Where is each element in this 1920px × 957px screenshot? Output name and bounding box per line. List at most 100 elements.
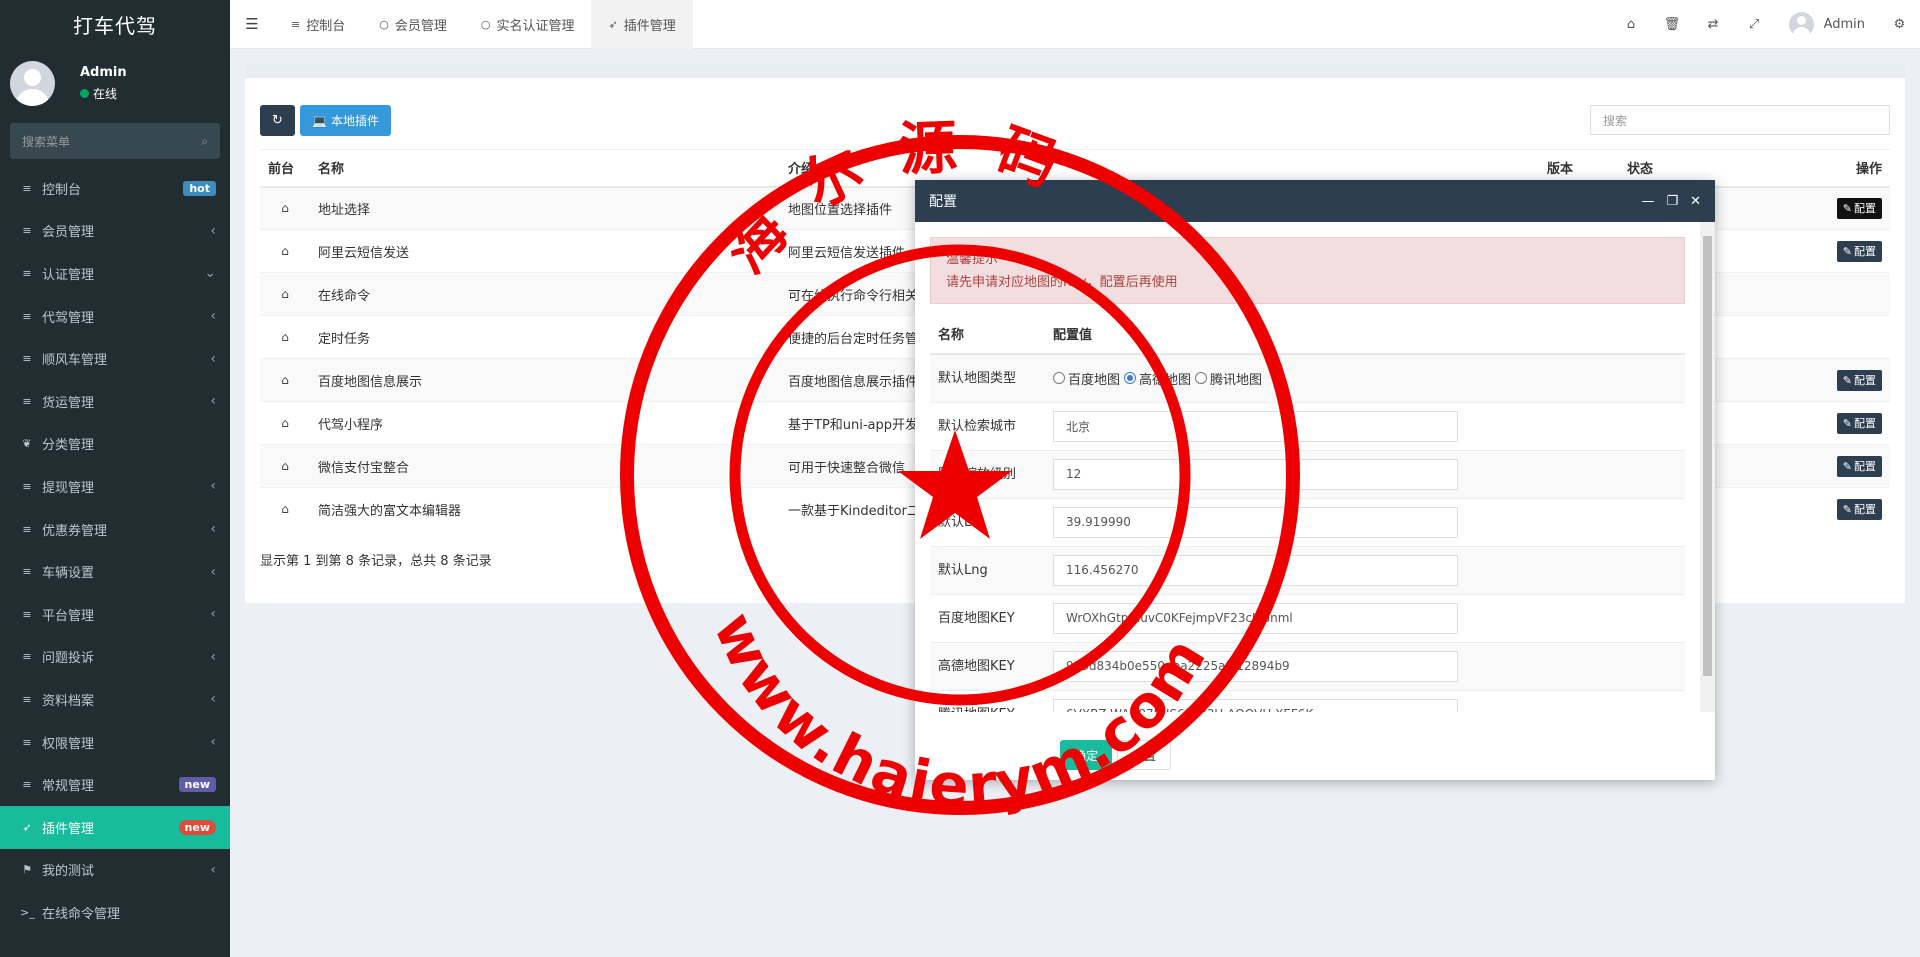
home-icon[interactable]: ⌂ — [281, 373, 289, 387]
sidebar-item-2[interactable]: ≡ 认证管理 ⌄ — [0, 252, 230, 295]
chevron-icon: ‹ — [210, 648, 216, 665]
home-icon[interactable]: ⌂ — [281, 244, 289, 258]
field-input[interactable]: 12 — [1053, 458, 1458, 490]
sidebar-item-9[interactable]: ≡ 车辆设置 ‹ — [0, 550, 230, 593]
home-icon[interactable]: ⌂ — [281, 287, 289, 301]
tab-1[interactable]: ○ 会员管理 — [362, 0, 464, 49]
table-search-input[interactable]: 搜索 — [1590, 105, 1890, 135]
home-icon[interactable]: ⌂ — [281, 502, 289, 516]
sidebar-item-10[interactable]: ≡ 平台管理 ‹ — [0, 593, 230, 636]
local-plugin-button[interactable]: 💻 本地插件 — [300, 105, 391, 136]
sidebar-item-8[interactable]: ≡ 优惠券管理 ‹ — [0, 508, 230, 551]
modal-title: 配置 — [929, 194, 957, 210]
modal-scrollbar[interactable] — [1700, 222, 1715, 712]
online-dot-icon — [80, 89, 89, 98]
field-label: 默认检索城市 — [930, 401, 1045, 450]
settings-icon[interactable]: ⚙ — [1879, 17, 1920, 32]
tab-0[interactable]: ≡ 控制台 — [274, 0, 362, 49]
chevron-icon: ‹ — [210, 350, 216, 367]
field-label: 高德地图KEY — [930, 641, 1045, 690]
config-button[interactable]: ✎ 配置 — [1836, 412, 1882, 434]
field-label: 默认缩放级别 — [930, 449, 1045, 498]
translate-icon[interactable]: ⇄ — [1693, 17, 1734, 32]
sidebar-item-17[interactable]: >_ 在线命令管理 — [0, 891, 230, 934]
config-button[interactable]: ✎ 配置 — [1836, 240, 1882, 262]
radio-circle-icon[interactable] — [1053, 372, 1065, 385]
sidebar-toggle-icon[interactable]: ☰ — [230, 15, 274, 33]
radio-circle-icon[interactable] — [1195, 372, 1208, 385]
map-type-radio[interactable]: 百度地图 — [1053, 369, 1120, 388]
form-row: 百度地图KEY WrOXhGtpfuuvC0KFejmpVF23cUGnml — [930, 593, 1685, 642]
sidebar-item-11[interactable]: ≡ 问题投诉 ‹ — [0, 636, 230, 679]
list-icon: ≡ — [22, 735, 32, 749]
sidebar-item-14[interactable]: ≡ 常规管理 new — [0, 763, 230, 806]
maximize-icon[interactable]: ❐ — [1666, 194, 1678, 209]
home-icon[interactable]: ⌂ — [281, 330, 289, 344]
radio-label: 腾讯地图 — [1210, 372, 1263, 388]
admin-menu[interactable]: Admin — [1775, 11, 1879, 37]
chevron-icon: ‹ — [210, 606, 216, 623]
rocket-icon: ➶ — [22, 820, 32, 834]
config-button[interactable]: ✎ 配置 — [1836, 197, 1882, 219]
sidebar-item-1[interactable]: ≡ 会员管理 ‹ — [0, 210, 230, 253]
app-logo[interactable]: 打车代驾 — [0, 0, 230, 49]
map-type-radio-group: 百度地图 高德地图 腾讯地图 — [1053, 369, 1677, 388]
field-input[interactable]: 39.919990 — [1053, 506, 1458, 538]
menu-badge: new — [178, 819, 216, 835]
radio-circle-icon[interactable] — [1124, 372, 1137, 385]
pencil-icon: ✎ — [1842, 416, 1852, 430]
sidebar-item-label: 问题投诉 — [42, 651, 95, 667]
sidebar-item-5[interactable]: ≡ 货运管理 ‹ — [0, 380, 230, 423]
map-type-radio[interactable]: 腾讯地图 — [1195, 369, 1262, 388]
close-icon[interactable]: ✕ — [1690, 194, 1701, 209]
minimize-icon[interactable]: — — [1641, 194, 1654, 209]
column-header[interactable]: 名称 — [310, 149, 780, 188]
pencil-icon: ✎ — [1842, 459, 1852, 473]
refresh-button[interactable]: ↻ — [260, 105, 295, 136]
home-icon[interactable]: ⌂ — [281, 416, 289, 430]
config-button[interactable]: ✎ 配置 — [1836, 498, 1882, 520]
sidebar-item-0[interactable]: ≡ 控制台 hot — [0, 167, 230, 210]
sidebar-item-13[interactable]: ≡ 权限管理 ‹ — [0, 721, 230, 764]
col-value-header: 配置值 — [1045, 314, 1685, 355]
field-input[interactable]: 北京 — [1053, 410, 1458, 442]
list-icon: ≡ — [22, 650, 32, 664]
sidebar-item-label: 权限管理 — [42, 736, 95, 752]
field-input[interactable]: 116.456270 — [1053, 554, 1458, 586]
tab-3[interactable]: ➶ 插件管理 — [591, 0, 693, 49]
alert-text: 请先申请对应地图的Key，配置后再使用 — [946, 275, 1178, 290]
column-header[interactable]: 前台 — [260, 149, 310, 188]
sidebar-item-4[interactable]: ≡ 顺风车管理 ‹ — [0, 337, 230, 380]
trash-icon[interactable]: 🗑 — [1652, 17, 1693, 32]
modal-scrollbar-thumb[interactable] — [1703, 236, 1712, 676]
sidebar-item-16[interactable]: ⚑ 我的测试 ‹ — [0, 849, 230, 892]
sidebar-item-7[interactable]: ≡ 提现管理 ‹ — [0, 465, 230, 508]
home-icon[interactable]: ⌂ — [1611, 17, 1652, 32]
sidebar-item-15[interactable]: ➶ 插件管理 new — [0, 805, 230, 849]
sidebar-item-label: 平台管理 — [42, 608, 95, 624]
confirm-button[interactable]: 确定 — [1060, 740, 1113, 770]
plugin-name: 简洁强大的富文本编辑器 — [310, 487, 780, 531]
field-input[interactable]: 6VXBZ-WAU87FNS6-MY3U-AQQVH-XEF6K — [1053, 698, 1458, 712]
reset-button[interactable]: 重置 — [1117, 740, 1172, 770]
search-icon[interactable]: ⌕ — [201, 134, 208, 149]
sidebar-item-label: 认证管理 — [42, 267, 95, 283]
field-input[interactable]: WrOXhGtpfuuvC0KFejmpVF23cUGnml — [1053, 602, 1458, 634]
pencil-icon: ✎ — [1842, 201, 1852, 215]
modal-header: 配置 — ❐ ✕ — [915, 180, 1715, 222]
map-type-radio[interactable]: 高德地图 — [1124, 369, 1191, 388]
config-button[interactable]: ✎ 配置 — [1836, 369, 1882, 391]
sidebar-item-6[interactable]: ❦ 分类管理 — [0, 423, 230, 466]
sidebar-item-12[interactable]: ≡ 资料档案 ‹ — [0, 678, 230, 721]
home-icon[interactable]: ⌂ — [281, 459, 289, 473]
home-icon[interactable]: ⌂ — [281, 201, 289, 215]
chevron-icon: ‹ — [210, 734, 216, 751]
sidebar-item-3[interactable]: ≡ 代驾管理 ‹ — [0, 295, 230, 338]
field-label: 默认Lng — [930, 545, 1045, 594]
field-input[interactable]: 933d834b0e550dba2225afc12894b9 — [1053, 650, 1458, 682]
tab-icon: ○ — [379, 17, 389, 31]
config-button[interactable]: ✎ 配置 — [1836, 455, 1882, 477]
tab-2[interactable]: ○ 实名认证管理 — [464, 0, 592, 49]
fullscreen-icon[interactable]: ⤢ — [1734, 17, 1775, 32]
menu-search-input[interactable]: 搜索菜单 ⌕ — [10, 123, 220, 159]
